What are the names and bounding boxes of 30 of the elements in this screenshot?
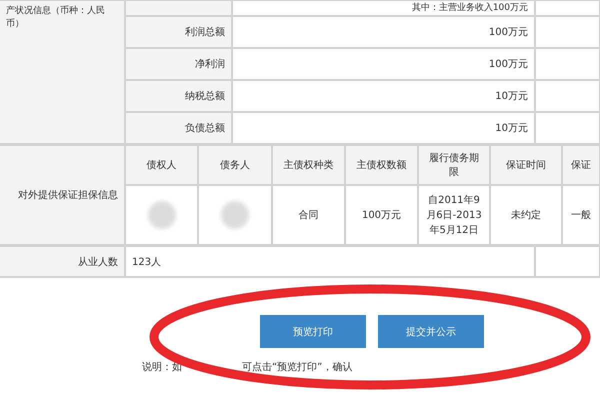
column-header: 保证时间 <box>490 145 562 185</box>
table-cell: 100万元 <box>345 185 418 245</box>
note-text: 可点击“预览打印”，确认 <box>242 360 352 374</box>
column-header: 保证 <box>562 145 600 185</box>
column-header: 债权人 <box>125 145 198 185</box>
action-button[interactable]: 提交并公示 <box>378 315 484 348</box>
value-cell: 123人 <box>125 246 535 277</box>
column-header: 履行债务期限 <box>418 145 490 185</box>
section-label-cell: 对外提供保证担保信息 <box>0 145 125 245</box>
table-cell: 未约定 <box>490 185 562 245</box>
value-cell: 100万元 <box>232 48 535 80</box>
value-cell: 100万元 <box>232 16 535 48</box>
column-header: 主债权数额 <box>345 145 418 185</box>
label-cell: 纳税总额 <box>125 80 232 112</box>
label-cell: 负债总额 <box>125 112 232 144</box>
table-cell: 合同 <box>272 185 345 245</box>
value-cell: 其中：主营业务收入100万元 <box>232 0 535 16</box>
column-header: 主债权种类 <box>272 145 345 185</box>
column-header: 债务人 <box>198 145 272 185</box>
blurred-text-drawing <box>148 201 176 229</box>
value-cell: 10万元 <box>232 112 535 144</box>
table-cell: 自2011年9月6日-2013年5月12日 <box>418 185 490 245</box>
label-cell: 从业人数 <box>0 246 125 277</box>
table-cell: 一般 <box>562 185 600 245</box>
value-cell: 10万元 <box>232 80 535 112</box>
action-button[interactable]: 预览打印 <box>260 315 366 348</box>
label-cell: 净利润 <box>125 48 232 80</box>
label-cell: 利润总额 <box>125 16 232 48</box>
section-label-cell: 产状况信息（币种：人民币） <box>0 0 125 144</box>
blurred-text-drawing <box>221 201 249 229</box>
